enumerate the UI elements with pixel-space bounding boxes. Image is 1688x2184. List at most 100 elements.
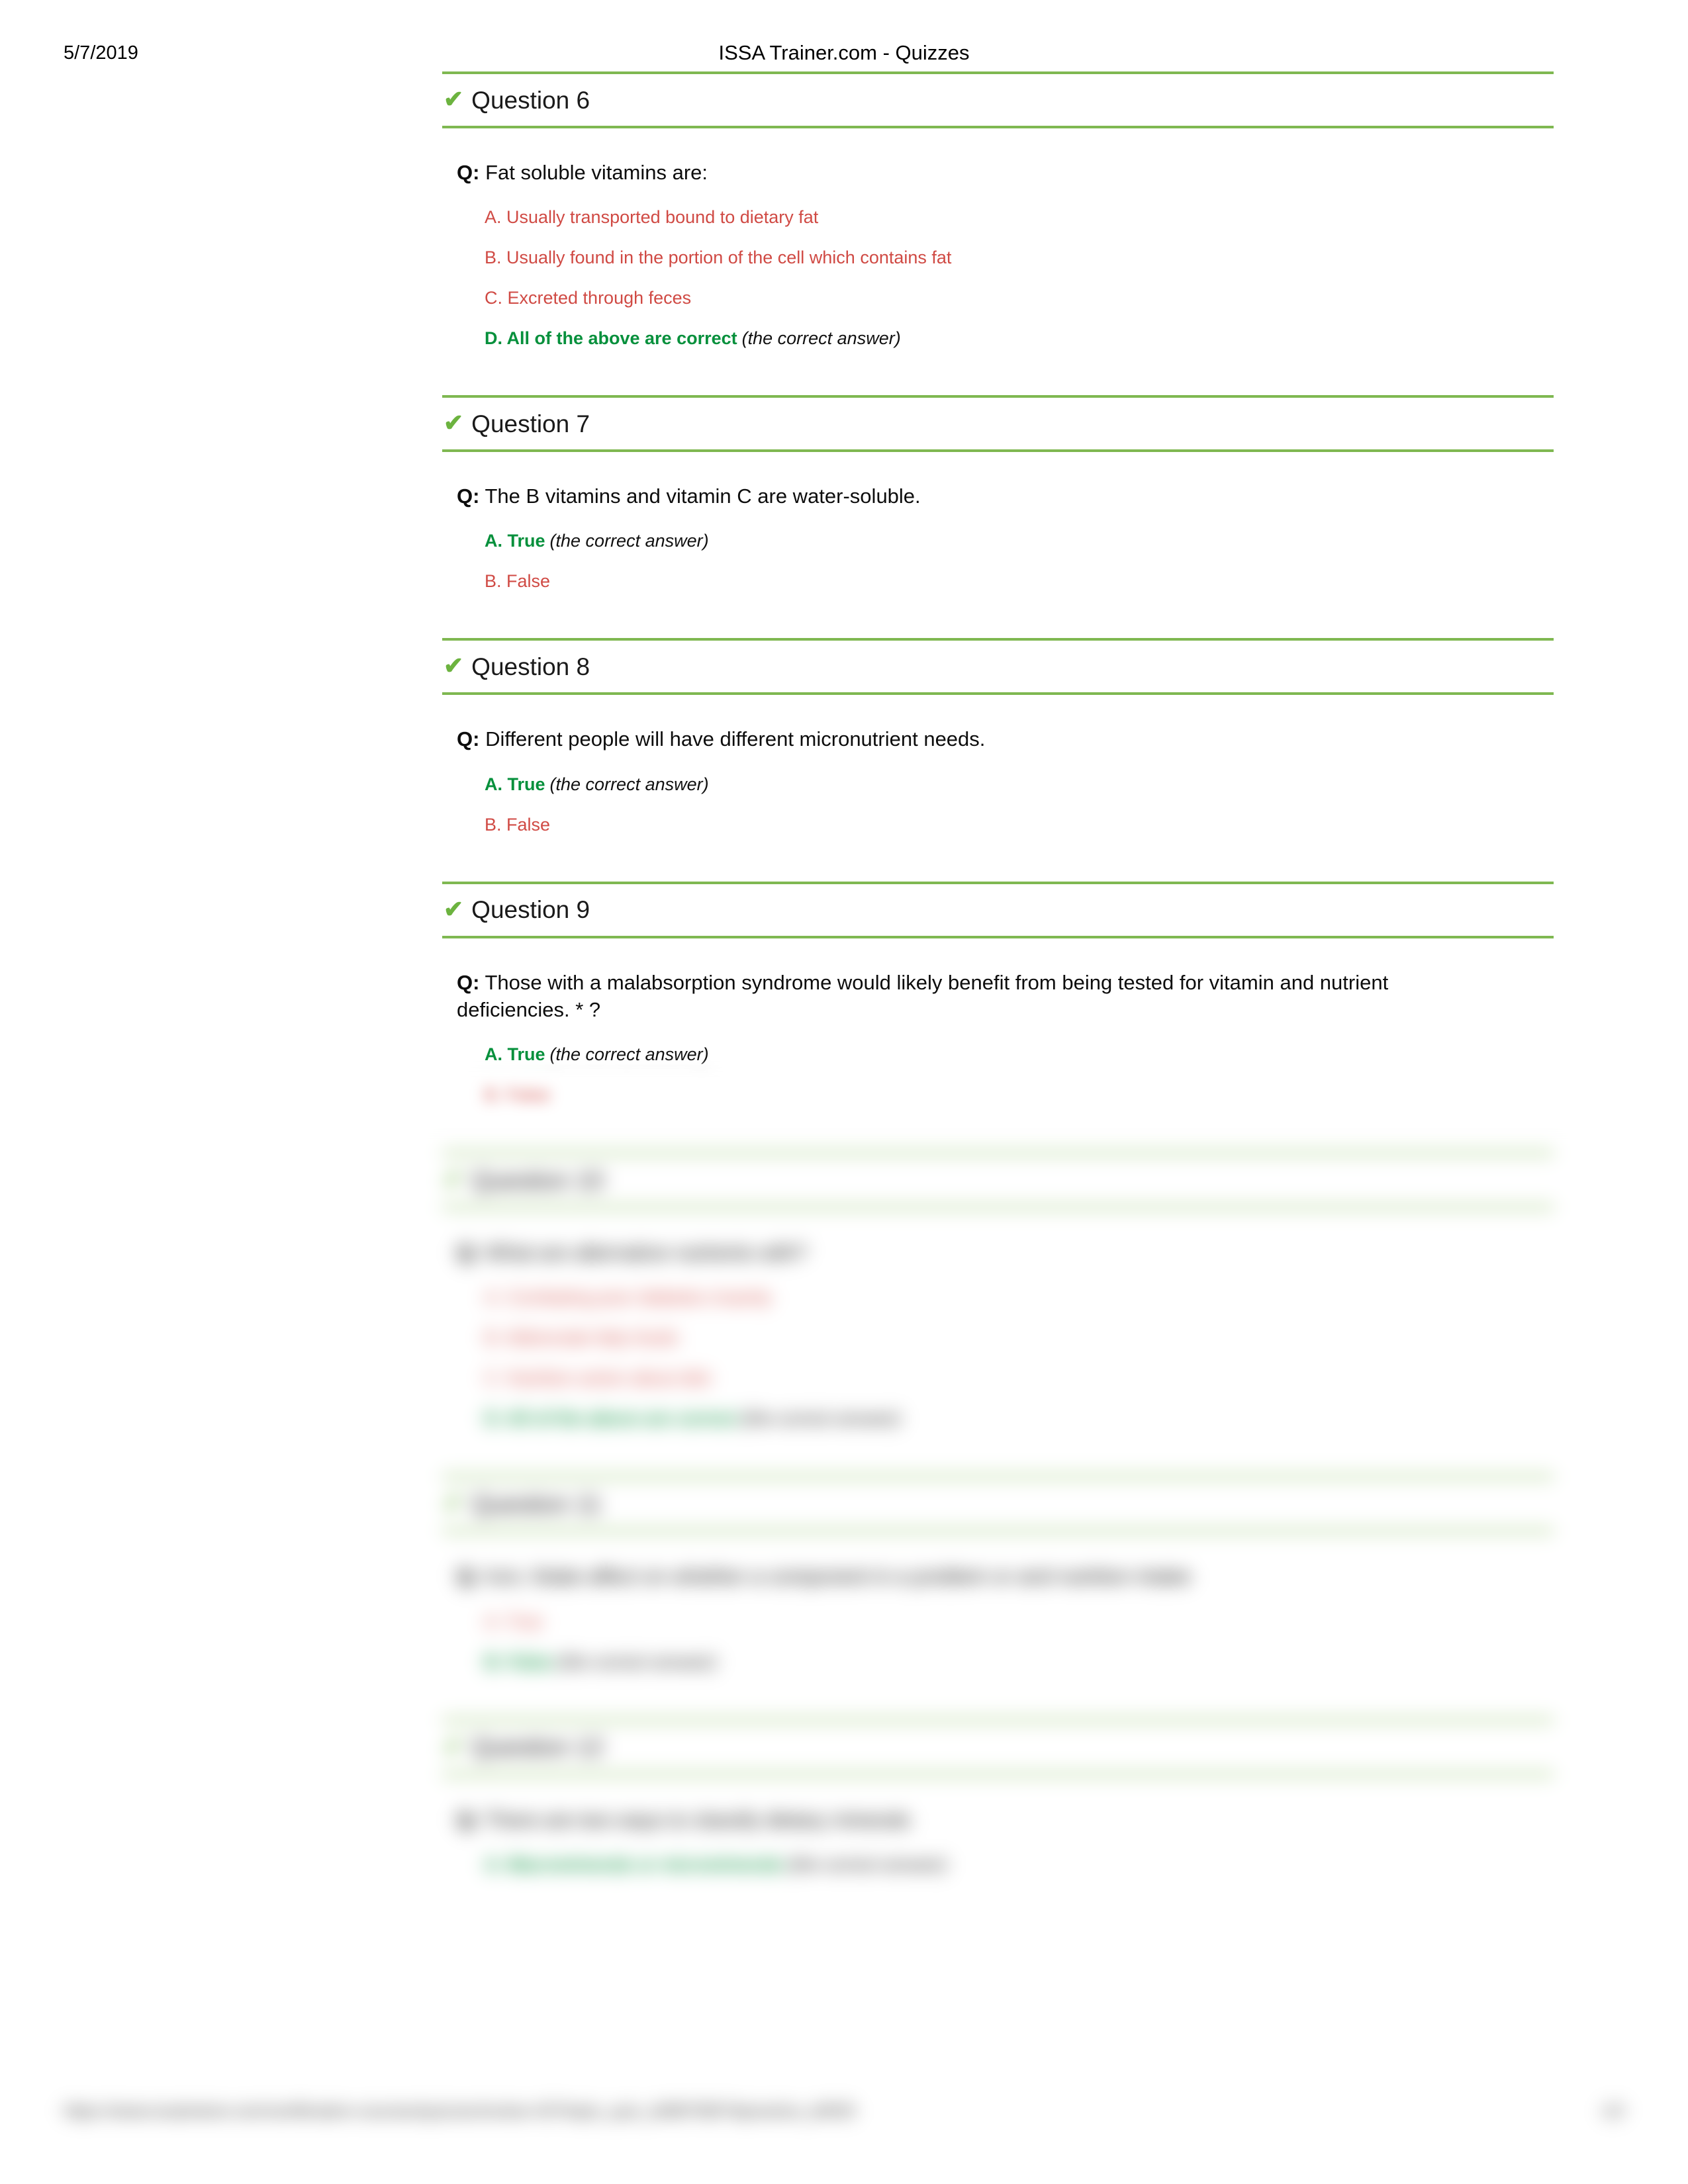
question-title: Question 7 bbox=[471, 410, 590, 437]
check-icon: ✔ bbox=[444, 895, 464, 923]
answer-list: A. True (the correct answer) B. False bbox=[457, 1046, 1554, 1104]
question-body: Q: The B vitamins and vitamin C are wate… bbox=[442, 452, 1554, 590]
question-header: ✔ Question 11 bbox=[442, 1475, 1554, 1533]
answer-option: A. True (the correct answer) bbox=[485, 1046, 1554, 1064]
question-body: Q: What are alternative nutrients with? A… bbox=[442, 1208, 1554, 1428]
answer-correct-text: B. False bbox=[485, 1651, 553, 1672]
question-prefix-label: Q: bbox=[457, 161, 480, 184]
check-icon: ✔ bbox=[444, 652, 464, 680]
question-prompt-text: The B vitamins and vitamin C are water-s… bbox=[485, 484, 921, 508]
question-prompt-text: What are alternative nutrients with? bbox=[485, 1241, 807, 1265]
answer-option: B. False bbox=[485, 1086, 1554, 1104]
footer-page-number: 1/2 bbox=[1601, 2102, 1624, 2120]
question-body: Q: Those with a malabsorption syndrome w… bbox=[442, 938, 1554, 1104]
check-icon: ✔ bbox=[444, 409, 464, 437]
correct-answer-note: (the correct answer) bbox=[549, 531, 709, 551]
question-prefix-label: Q: bbox=[457, 1565, 480, 1588]
answer-text: B. Usually found in the portion of the c… bbox=[485, 248, 952, 268]
question-header: ✔ Question 7 bbox=[442, 395, 1554, 453]
question-title: Question 9 bbox=[471, 896, 590, 924]
answer-text: B. False bbox=[485, 814, 551, 835]
question-prefix-label: Q: bbox=[457, 1241, 480, 1265]
question-title: Question 12 bbox=[471, 1733, 604, 1761]
question-prompt-text-continued: deficiencies. * ? bbox=[457, 997, 601, 1021]
question-body: Q: Fat soluble vitamins are: A. Usually t… bbox=[442, 128, 1554, 347]
question-header: ✔ Question 12 bbox=[442, 1718, 1554, 1776]
answer-option: B. False (the correct answer) bbox=[485, 1653, 1554, 1671]
answer-option: A. Macrominerals or microminerals (the co… bbox=[485, 1854, 1554, 1874]
question-prompt: Q: Different people will have different … bbox=[457, 725, 1489, 752]
question-block: ✔ Question 8 Q: Different people will have… bbox=[442, 638, 1554, 833]
question-header: ✔ Question 6 bbox=[442, 71, 1554, 128]
answer-text: C. Excreted through feces bbox=[485, 288, 692, 308]
correct-answer-note: (the correct answer) bbox=[557, 1651, 717, 1672]
answer-option: A. Usually transported bound to dietary … bbox=[485, 208, 1554, 226]
answer-correct-text: A. True bbox=[485, 774, 545, 794]
footer-url[interactable]: https://www.issatrainer.com/certificatio… bbox=[64, 2102, 855, 2121]
correct-answer-note: (the correct answer) bbox=[741, 328, 901, 349]
question-header: ✔ Question 9 bbox=[442, 881, 1554, 938]
answer-option: A. True (the correct answer) bbox=[485, 774, 1554, 794]
question-prompt: Q: Those with a malabsorption syndrome w… bbox=[457, 969, 1489, 1023]
question-title: Question 11 bbox=[471, 1490, 602, 1518]
answer-option: D. All of the above are correct (the corr… bbox=[485, 1410, 1554, 1428]
quiz-review-column: ✔ Question 6 Q: Fat soluble vitamins are: A… bbox=[442, 71, 1554, 1874]
question-body: Q: There are two ways to classify dietar… bbox=[442, 1776, 1554, 1874]
answer-text: C. Nutrition action about diet bbox=[485, 1368, 710, 1388]
question-prompt: Q: There are two ways to classify dietar… bbox=[457, 1806, 1489, 1833]
check-icon: ✔ bbox=[444, 1489, 464, 1517]
question-prompt-text: There are two ways to classify dietary m… bbox=[485, 1807, 911, 1831]
answer-option: A. Combating poor diabetes insanity bbox=[485, 1289, 1554, 1306]
answer-option: B. Abbreviate fatty foods bbox=[485, 1329, 1554, 1347]
answer-correct-text: A. True bbox=[485, 531, 545, 551]
question-body: Q: Iron, folate affect on whether a comp… bbox=[442, 1532, 1554, 1670]
question-prompt: Q: What are alternative nutrients with? bbox=[457, 1239, 1489, 1266]
answer-option: D. All of the above are correct (the corr… bbox=[485, 330, 1554, 347]
answer-option: B. False bbox=[485, 572, 1554, 590]
question-prompt: Q: The B vitamins and vitamin C are wate… bbox=[457, 482, 1489, 510]
question-header: ✔ Question 10 bbox=[442, 1152, 1554, 1209]
question-title: Question 8 bbox=[471, 653, 590, 680]
question-prefix-label: Q: bbox=[457, 484, 480, 508]
answer-correct-text: A. True bbox=[485, 1044, 545, 1065]
answer-option: B. False bbox=[485, 814, 1554, 835]
question-title: Question 6 bbox=[471, 86, 590, 114]
answer-list: A. True (the correct answer) B. False bbox=[457, 774, 1554, 835]
correct-answer-note: (the correct answer) bbox=[741, 1408, 901, 1429]
correct-answer-note: (the correct answer) bbox=[549, 774, 709, 794]
question-prompt-text: Fat soluble vitamins are: bbox=[485, 161, 708, 184]
document-title: ISSA Trainer.com - Quizzes bbox=[718, 41, 970, 64]
check-icon: ✔ bbox=[444, 85, 464, 113]
answer-correct-text: D. All of the above are correct bbox=[485, 328, 737, 349]
answer-text: B. Abbreviate fatty foods bbox=[485, 1328, 679, 1348]
question-title: Question 10 bbox=[471, 1166, 604, 1194]
question-body: Q: Different people will have different … bbox=[442, 695, 1554, 833]
check-icon: ✔ bbox=[444, 1165, 464, 1193]
print-header: 5/7/2019 ISSA Trainer.com - Quizzes bbox=[0, 38, 1688, 68]
question-prompt: Q: Iron, folate affect on whether a comp… bbox=[457, 1563, 1489, 1590]
question-block: ✔ Question 10 Q: What are alternative nutr… bbox=[442, 1152, 1554, 1428]
answer-option: A. True (the correct answer) bbox=[485, 532, 1554, 550]
question-header: ✔ Question 8 bbox=[442, 638, 1554, 696]
answer-list: A. Combating poor diabetes insanity B. Ab… bbox=[457, 1289, 1554, 1428]
correct-answer-note: (the correct answer) bbox=[788, 1854, 947, 1874]
print-footer: https://www.issatrainer.com/certificatio… bbox=[0, 2102, 1688, 2142]
answer-text: A. Combating poor diabetes insanity bbox=[485, 1287, 772, 1308]
answer-option: B. Usually found in the portion of the c… bbox=[485, 249, 1554, 267]
answer-list: A. Usually transported bound to dietary … bbox=[457, 208, 1554, 347]
answer-text: A. Usually transported bound to dietary … bbox=[485, 207, 819, 228]
answer-text: A. True bbox=[485, 1611, 543, 1631]
correct-answer-note: (the correct answer) bbox=[549, 1044, 709, 1065]
answer-option: C. Excreted through feces bbox=[485, 289, 1554, 307]
answer-list: A. True (the correct answer) B. False bbox=[457, 532, 1554, 590]
question-prefix-label: Q: bbox=[457, 727, 480, 751]
question-prefix-label: Q: bbox=[457, 970, 480, 994]
question-block: ✔ Question 9 Q: Those with a malabsorption… bbox=[442, 881, 1554, 1104]
question-block: ✔ Question 6 Q: Fat soluble vitamins are: A… bbox=[442, 71, 1554, 347]
